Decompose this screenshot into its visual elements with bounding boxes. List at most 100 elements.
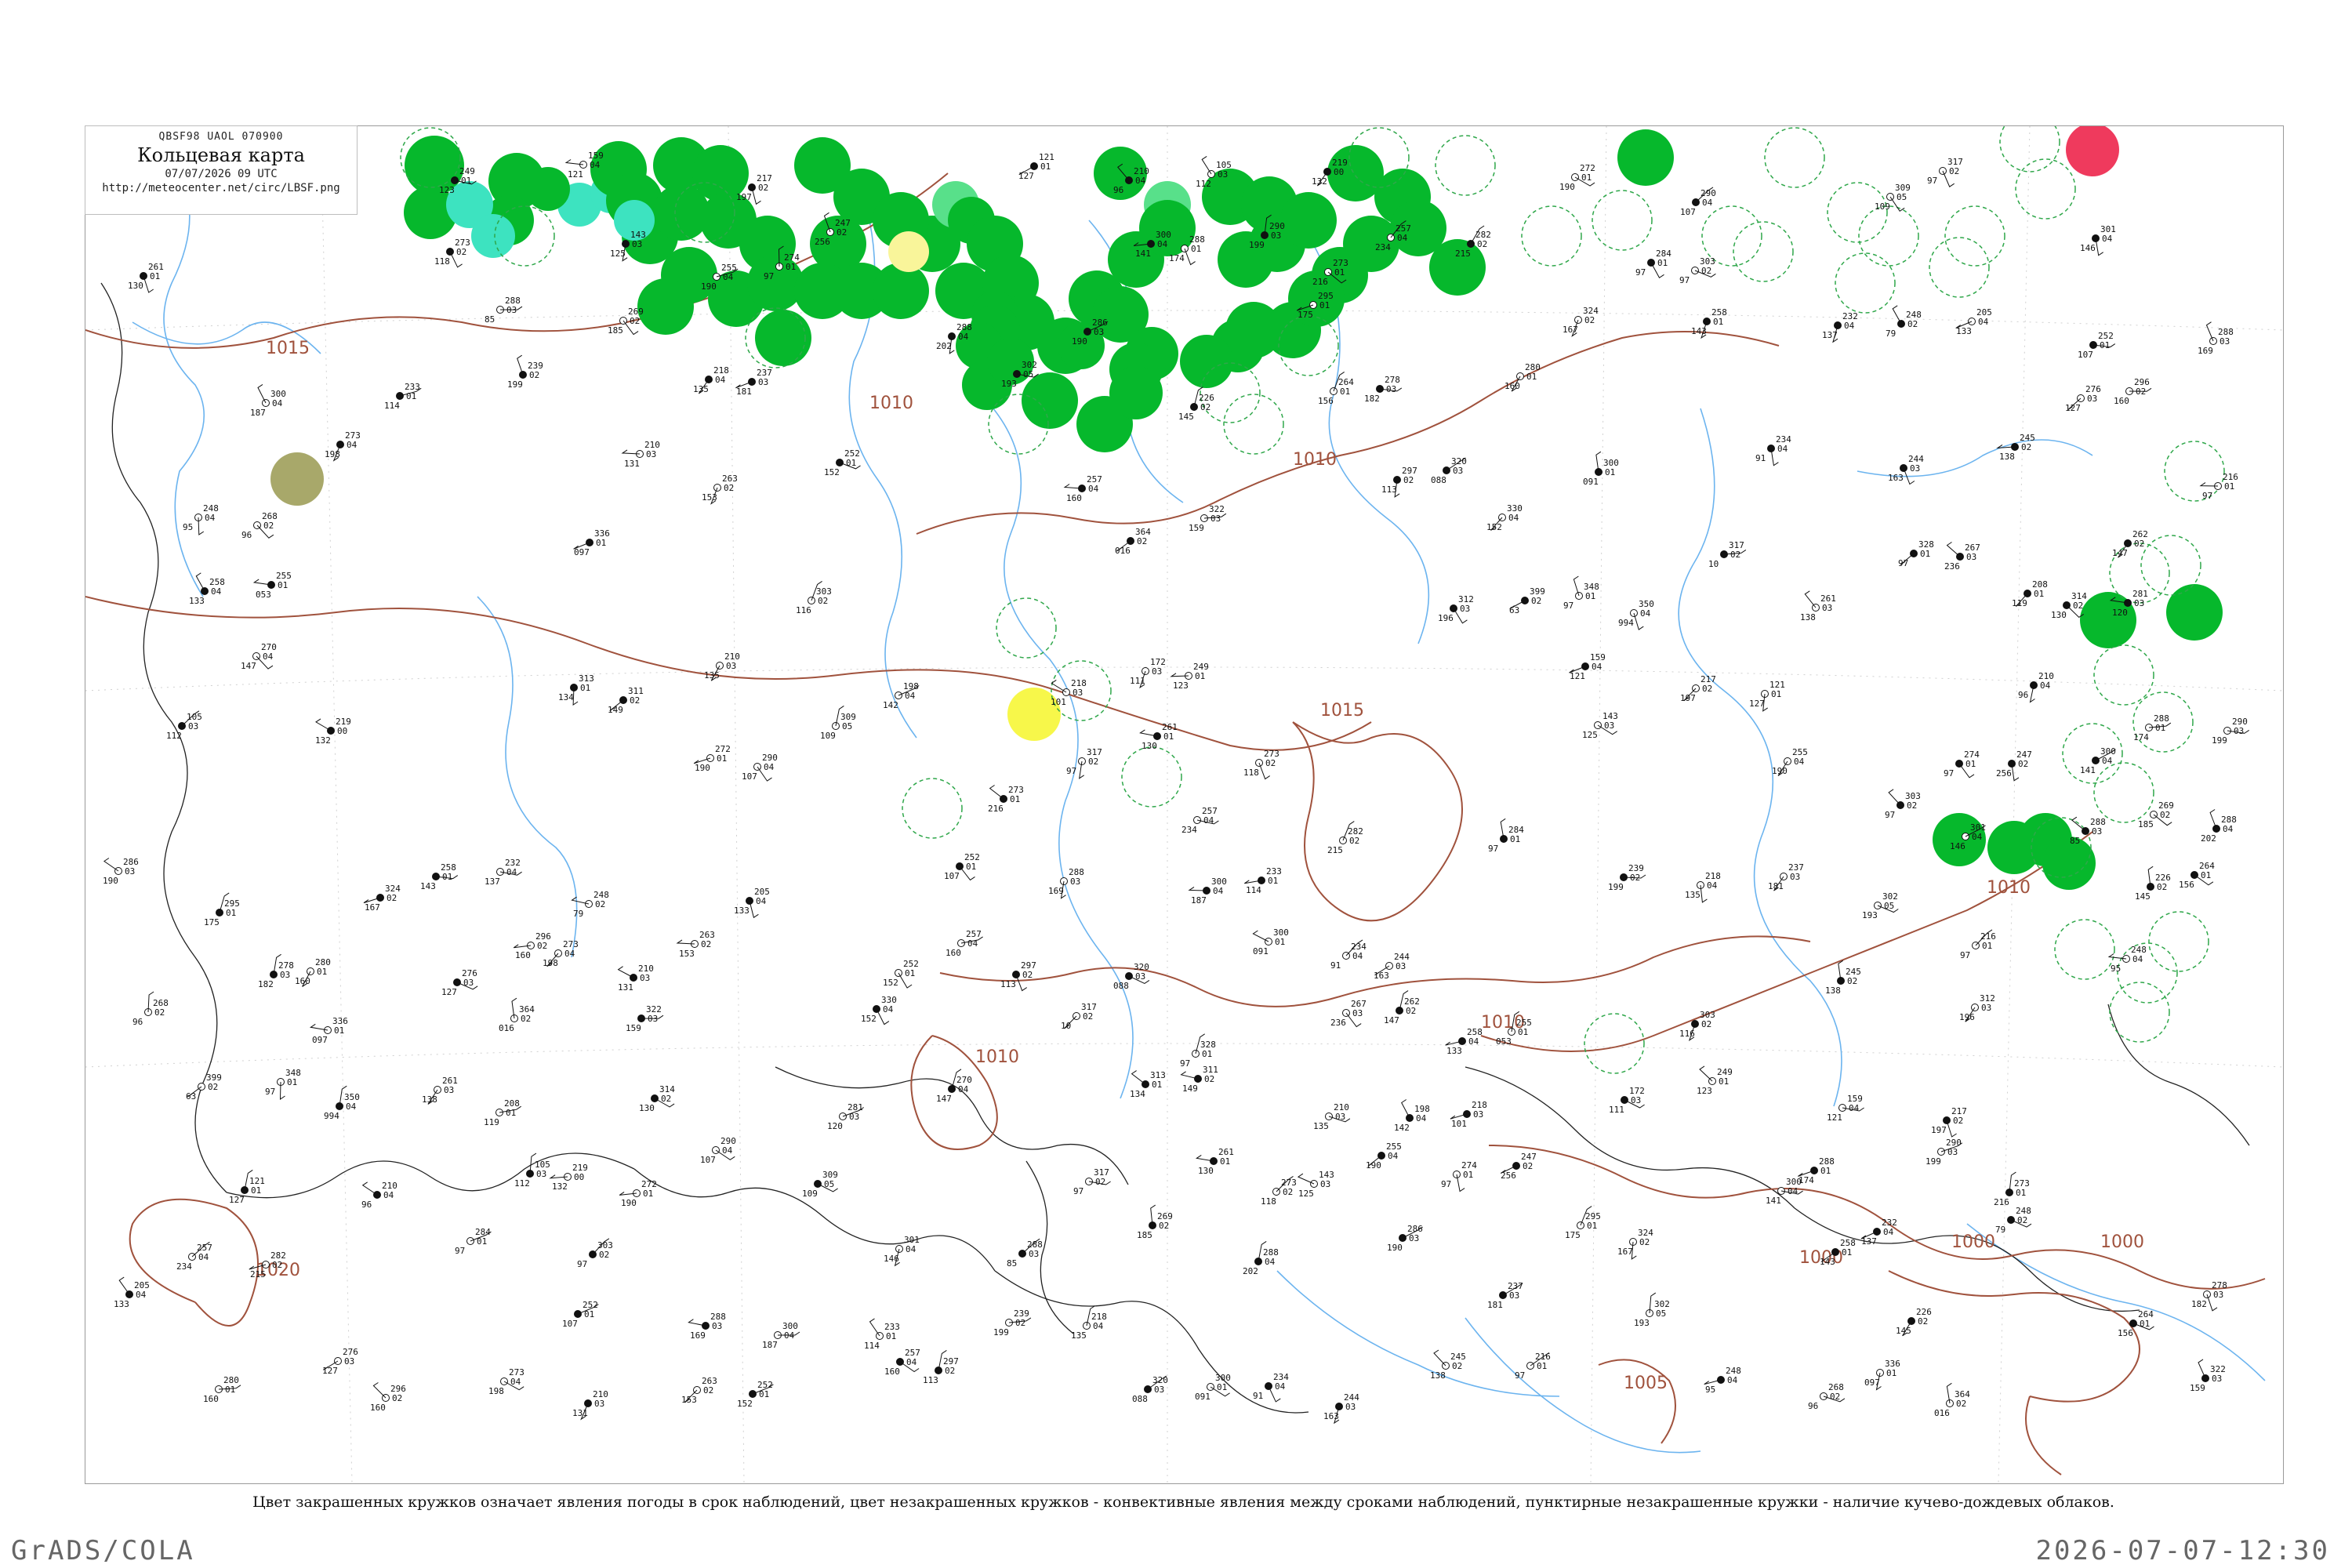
station-plot[interactable]: 30905109: [820, 705, 856, 741]
station-plot[interactable]: 25704160: [946, 929, 983, 958]
station-plot[interactable]: 21900132: [549, 1163, 588, 1192]
station-plot[interactable]: 2840197: [455, 1227, 492, 1256]
station-plot[interactable]: 2680296: [1808, 1382, 1846, 1411]
station-plot[interactable]: 36402016: [1934, 1382, 1970, 1418]
station-plot[interactable]: 26401156: [1318, 371, 1354, 406]
station-plot[interactable]: 21003131: [617, 964, 654, 993]
station-plot[interactable]: 31203196: [1438, 594, 1474, 624]
station-plot[interactable]: 30905109: [1875, 183, 1911, 212]
station-plot[interactable]: 2340491: [1253, 1372, 1289, 1403]
source-url[interactable]: http://meteocenter.net/circ/LBSF.png: [85, 182, 357, 194]
station-plot[interactable]: 23301114: [864, 1318, 900, 1351]
station-plot[interactable]: 26103138: [422, 1076, 458, 1105]
station-plot[interactable]: 2160197: [1960, 929, 1996, 960]
station-plot[interactable]: 30001091: [1195, 1373, 1231, 1402]
station-plot[interactable]: 2740197: [1944, 750, 1980, 779]
station-plot[interactable]: 29702113: [1381, 466, 1417, 498]
station-plot[interactable]: 20504133: [1955, 307, 1992, 336]
station-plot[interactable]: 14303125: [1297, 1170, 1334, 1199]
station-plot[interactable]: 26103138: [1800, 590, 1836, 622]
station-plot[interactable]: 21003135: [1313, 1102, 1351, 1131]
station-plot[interactable]: 21804135: [693, 365, 729, 394]
station-plot[interactable]: 25501053: [252, 571, 292, 600]
station-plot[interactable]: 14303125: [1582, 711, 1618, 740]
station-plot[interactable]: 2740197: [1441, 1160, 1477, 1192]
station-plot[interactable]: 29501175: [204, 892, 240, 927]
station-plot[interactable]: 30104146: [2080, 224, 2116, 256]
station-plot[interactable]: 15904121: [1827, 1094, 1864, 1123]
station-plot[interactable]: 25504190: [1772, 747, 1808, 776]
station-plot[interactable]: 23204137: [1822, 311, 1858, 343]
station-plot[interactable]: 23902199: [993, 1308, 1032, 1338]
station-plot[interactable]: 29602160: [513, 931, 551, 960]
station-plot[interactable]: 2480495: [183, 503, 219, 535]
station-plot[interactable]: 32402167: [363, 884, 401, 913]
station-plot[interactable]: 32203159: [1189, 504, 1227, 533]
station-plot[interactable]: 27603127: [2065, 384, 2101, 413]
station-plot[interactable]: 26703236: [1944, 542, 1980, 572]
station-plot[interactable]: 3480197: [1563, 575, 1599, 611]
station-plot[interactable]: 28603190: [1387, 1224, 1423, 1253]
station-plot[interactable]: 26302153: [702, 474, 738, 505]
weather-map[interactable]: 1020 1015 1015 1010 1010 1010 1010 1010 …: [85, 126, 2283, 1483]
station-plot[interactable]: 32003088: [1431, 456, 1467, 485]
station-plot[interactable]: 3030297: [1885, 789, 1921, 820]
station-plot[interactable]: 24502138: [1996, 433, 2035, 462]
station-plot[interactable]: 3990263: [186, 1073, 222, 1102]
station-plot[interactable]: 2480279: [1886, 305, 1922, 339]
station-plot[interactable]: 21803101: [1450, 1100, 1487, 1129]
station-plot[interactable]: 21003131: [621, 440, 660, 469]
station-plot[interactable]: 32203159: [2190, 1359, 2226, 1393]
station-plot[interactable]: 23902199: [1608, 863, 1646, 892]
station-plot[interactable]: 28801174: [1798, 1156, 1835, 1185]
station-plot[interactable]: 27302118: [434, 238, 470, 268]
station-plot[interactable]: 12101127: [229, 1169, 265, 1205]
station-plot[interactable]: 25704160: [884, 1348, 920, 1377]
station-plot[interactable]: 28603190: [103, 857, 139, 886]
station-plot[interactable]: 27803182: [258, 953, 294, 989]
station-plot[interactable]: 26101130: [128, 262, 164, 293]
station-plot[interactable]: 28804202: [2201, 809, 2237, 844]
station-plot[interactable]: 30004187: [250, 383, 286, 418]
station-plot[interactable]: 21702197: [1931, 1106, 1967, 1138]
station-plot[interactable]: 27304198: [325, 430, 361, 462]
station-plot[interactable]: 29602160: [2114, 377, 2152, 406]
station-plot[interactable]: 3170297: [1927, 157, 1963, 187]
station-plot[interactable]: 25201152: [824, 448, 861, 477]
station-plot[interactable]: 2880385: [1007, 1238, 1043, 1269]
station-plot[interactable]: 28804202: [1243, 1240, 1279, 1276]
station-plot[interactable]: 26302153: [676, 930, 715, 959]
station-plot[interactable]: 25201107: [2078, 331, 2116, 360]
station-plot[interactable]: 25804133: [1445, 1027, 1483, 1056]
station-plot[interactable]: 25504190: [1366, 1142, 1402, 1171]
station-plot[interactable]: 25804133: [189, 572, 225, 606]
station-plot[interactable]: 31102149: [608, 686, 644, 715]
station-plot[interactable]: 30302116: [1679, 1010, 1715, 1042]
station-plot[interactable]: 24901123: [1697, 1065, 1733, 1096]
station-plot[interactable]: 26101130: [1195, 1147, 1234, 1176]
station-plot[interactable]: 2160197: [2199, 472, 2238, 501]
station-plot[interactable]: 29501175: [1565, 1206, 1601, 1240]
station-plot[interactable]: 30004141: [1766, 1177, 1803, 1206]
station-plot[interactable]: 23204137: [1860, 1218, 1897, 1247]
station-plot[interactable]: 30905109: [802, 1170, 838, 1199]
station-plot[interactable]: 2480495: [1704, 1366, 1741, 1395]
station-plot[interactable]: 27603127: [441, 968, 478, 997]
station-plot[interactable]: 24502138: [1825, 960, 1861, 996]
station-plot[interactable]: 28103120: [827, 1102, 864, 1131]
station-plot[interactable]: 28001160: [1504, 362, 1541, 392]
station-plot[interactable]: 30104146: [884, 1235, 920, 1267]
station-plot[interactable]: 30001091: [1583, 451, 1619, 487]
station-plot[interactable]: 28202215: [1327, 821, 1363, 855]
station-plot[interactable]: 27201190: [693, 744, 731, 773]
station-plot[interactable]: 35004994: [324, 1085, 360, 1121]
station-plot[interactable]: 21003131: [572, 1389, 608, 1421]
station-plot[interactable]: 25801143: [420, 862, 459, 891]
station-plot[interactable]: 3170210: [1708, 540, 1747, 569]
station-plot[interactable]: 25201107: [944, 852, 980, 881]
station-plot[interactable]: 19804142: [1394, 1099, 1430, 1134]
station-plot[interactable]: 20504133: [114, 1276, 150, 1309]
station-plot[interactable]: 26101130: [1139, 722, 1178, 751]
station-plot[interactable]: 26703236: [1330, 999, 1367, 1028]
station-plot[interactable]: 26302153: [681, 1376, 717, 1405]
